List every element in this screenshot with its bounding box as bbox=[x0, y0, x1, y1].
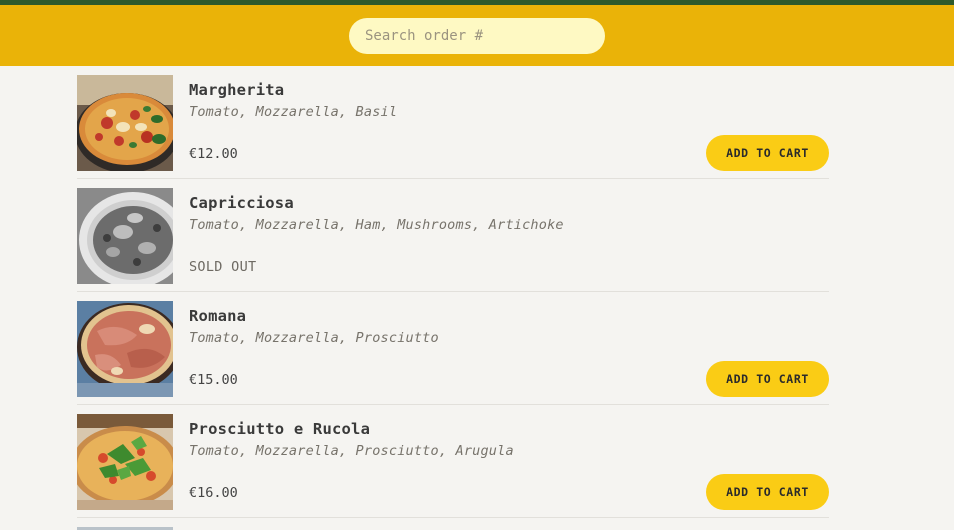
menu-item: Romana Tomato, Mozzarella, Prosciutto €1… bbox=[77, 292, 829, 405]
menu-item: Margherita Tomato, Mozzarella, Basil €12… bbox=[77, 66, 829, 179]
item-name: Romana bbox=[189, 307, 247, 325]
item-ingredients: Tomato, Mozzarella, Ham, Mushrooms, Arti… bbox=[189, 217, 564, 233]
menu-item-partial bbox=[77, 518, 829, 530]
pizza-margherita-photo bbox=[77, 75, 173, 171]
add-to-cart-button[interactable]: ADD TO CART bbox=[706, 474, 829, 510]
item-price: €15.00 bbox=[189, 372, 238, 388]
item-price: €12.00 bbox=[189, 146, 238, 162]
item-ingredients: Tomato, Mozzarella, Basil bbox=[189, 104, 398, 120]
item-name: Prosciutto e Rucola bbox=[189, 420, 371, 438]
menu-item: Prosciutto e Rucola Tomato, Mozzarella, … bbox=[77, 405, 829, 518]
item-price: €16.00 bbox=[189, 485, 238, 501]
item-info: Capricciosa Tomato, Mozzarella, Ham, Mus… bbox=[189, 188, 829, 291]
add-to-cart-button[interactable]: ADD TO CART bbox=[706, 361, 829, 397]
item-info: Romana Tomato, Mozzarella, Prosciutto €1… bbox=[189, 301, 829, 404]
pizza-capricciosa-photo bbox=[77, 188, 173, 284]
item-info: Prosciutto e Rucola Tomato, Mozzarella, … bbox=[189, 414, 829, 517]
search-order-input[interactable] bbox=[349, 17, 605, 54]
add-to-cart-button[interactable]: ADD TO CART bbox=[706, 135, 829, 171]
item-name: Margherita bbox=[189, 81, 285, 99]
header bbox=[0, 5, 954, 66]
item-name: Capricciosa bbox=[189, 194, 294, 212]
pizza-romana-photo bbox=[77, 301, 173, 397]
menu-list: Margherita Tomato, Mozzarella, Basil €12… bbox=[77, 66, 829, 530]
item-info: Margherita Tomato, Mozzarella, Basil €12… bbox=[189, 75, 829, 178]
sold-out-label: SOLD OUT bbox=[189, 259, 257, 275]
pizza-prosciutto-rucola-photo bbox=[77, 414, 173, 510]
item-ingredients: Tomato, Mozzarella, Prosciutto, Arugula bbox=[189, 443, 514, 459]
menu-item: Capricciosa Tomato, Mozzarella, Ham, Mus… bbox=[77, 179, 829, 292]
item-ingredients: Tomato, Mozzarella, Prosciutto bbox=[189, 330, 439, 346]
